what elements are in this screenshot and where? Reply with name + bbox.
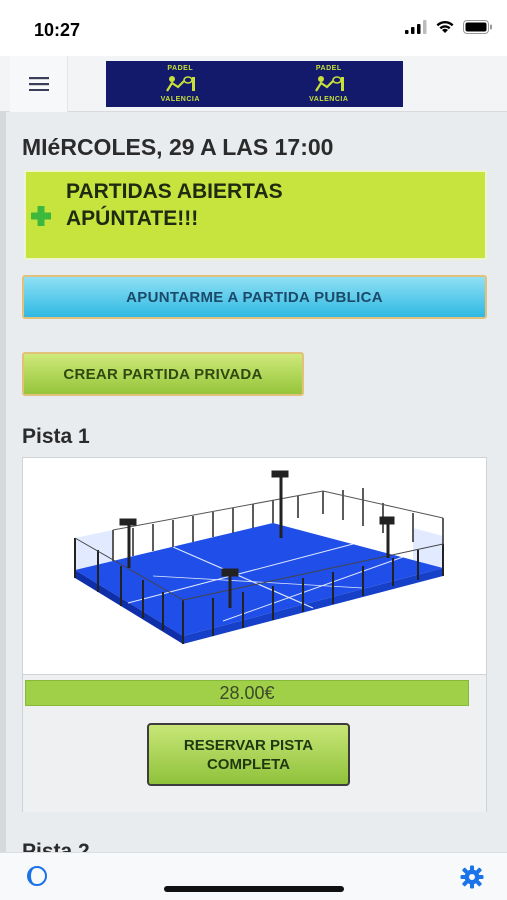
status-time: 10:27 xyxy=(34,20,81,40)
court-image xyxy=(74,470,444,644)
logo-text-top: PADEL xyxy=(315,65,342,72)
bottom-bar xyxy=(0,852,507,900)
logo-text-top: PADEL xyxy=(167,65,194,72)
settings-gear-icon[interactable] xyxy=(460,865,484,889)
club-logo: PADEL VALENCIA xyxy=(160,65,200,103)
logo-text-bottom: VALENCIA xyxy=(309,96,349,103)
reserve-court-button[interactable]: RESERVAR PISTA COMPLETA xyxy=(147,723,350,786)
court-card: 28.00€ RESERVAR PISTA COMPLETA xyxy=(22,457,487,812)
open-games-subtitle: APÚNTATE!!! xyxy=(66,207,199,230)
open-games-title: PARTIDAS ABIERTAS xyxy=(66,180,283,203)
hamburger-icon xyxy=(28,77,49,91)
open-games-panel[interactable]: PARTIDAS ABIERTAS APÚNTATE!!! xyxy=(24,170,487,260)
logo-text-bottom: VALENCIA xyxy=(160,96,200,103)
price-panel: 28.00€ RESERVAR PISTA COMPLETA xyxy=(23,674,486,812)
plus-icon xyxy=(31,206,51,226)
status-bar: 10:27 xyxy=(0,0,507,56)
club-logo: PADEL VALENCIA xyxy=(309,65,349,103)
main-content[interactable]: MIéRCOLES, 29 A LAS 17:00 PARTIDAS ABIER… xyxy=(0,112,507,852)
theme-toggle-icon[interactable] xyxy=(26,865,48,887)
menu-button[interactable] xyxy=(10,56,68,112)
price-label: 28.00€ xyxy=(25,680,469,706)
app-header: PADEL VALENCIA PADEL VALENCIA xyxy=(0,56,507,112)
status-icons xyxy=(405,20,493,34)
court-title: Pista 2 xyxy=(22,840,90,852)
wifi-icon xyxy=(436,20,454,33)
club-banner[interactable]: PADEL VALENCIA PADEL VALENCIA xyxy=(106,61,403,107)
page-title: MIéRCOLES, 29 A LAS 17:00 xyxy=(22,134,334,160)
create-private-game-button[interactable]: CREAR PARTIDA PRIVADA xyxy=(22,352,304,396)
join-public-game-button[interactable]: APUNTARME A PARTIDA PUBLICA xyxy=(22,275,487,319)
padel-player-icon xyxy=(314,76,344,92)
signal-icon xyxy=(405,20,427,34)
home-indicator xyxy=(164,886,344,892)
battery-icon xyxy=(463,20,492,34)
padel-player-icon xyxy=(166,76,196,92)
court-title: Pista 1 xyxy=(22,425,90,448)
